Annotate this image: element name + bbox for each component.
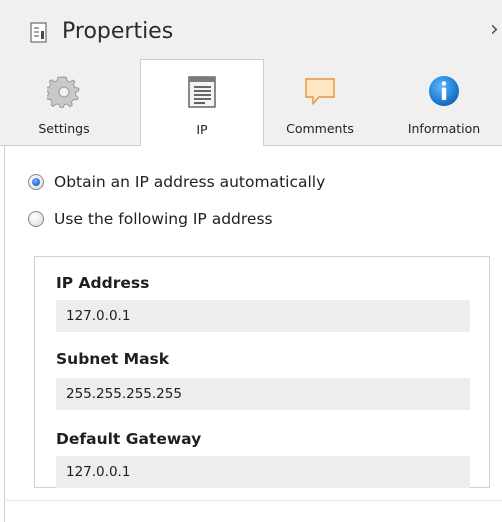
tab-information[interactable]: Information — [386, 62, 502, 146]
tab-ip[interactable]: IP — [140, 59, 264, 148]
radio-use-following[interactable]: Use the following IP address — [28, 207, 273, 231]
ip-address-field[interactable]: 127.0.0.1 — [56, 300, 470, 332]
panel-title: Properties — [62, 19, 174, 44]
default-gateway-field[interactable]: 127.0.0.1 — [56, 456, 470, 488]
properties-panel: Properties › Settings IP Comments Inform… — [0, 0, 502, 522]
radio-label: Obtain an IP address automatically — [54, 173, 326, 191]
tab-settings[interactable]: Settings — [14, 62, 114, 146]
ip-address-label: IP Address — [56, 274, 150, 292]
tab-label: Information — [407, 121, 481, 136]
ip-list-icon — [188, 76, 216, 108]
radio-button[interactable] — [28, 211, 44, 227]
info-icon — [429, 76, 459, 106]
collapse-chevron-icon[interactable]: › — [490, 16, 499, 44]
subnet-mask-label: Subnet Mask — [56, 350, 170, 368]
radio-button-selected[interactable] — [28, 174, 44, 190]
panel-bottom-divider — [4, 500, 502, 501]
properties-document-icon — [30, 22, 47, 43]
tab-label: IP — [196, 122, 208, 137]
gear-icon — [47, 76, 80, 108]
speech-bubble-icon — [305, 78, 335, 105]
tab-comments[interactable]: Comments — [268, 62, 372, 146]
tab-label: Comments — [286, 121, 354, 136]
subnet-mask-field[interactable]: 255.255.255.255 — [56, 378, 470, 410]
tab-strip: Settings IP Comments Information — [0, 59, 502, 148]
tab-label: Settings — [38, 121, 90, 136]
panel-header: Properties › — [0, 0, 502, 62]
radio-obtain-automatically[interactable]: Obtain an IP address automatically — [28, 170, 325, 194]
default-gateway-label: Default Gateway — [56, 430, 202, 448]
radio-label: Use the following IP address — [54, 210, 273, 228]
